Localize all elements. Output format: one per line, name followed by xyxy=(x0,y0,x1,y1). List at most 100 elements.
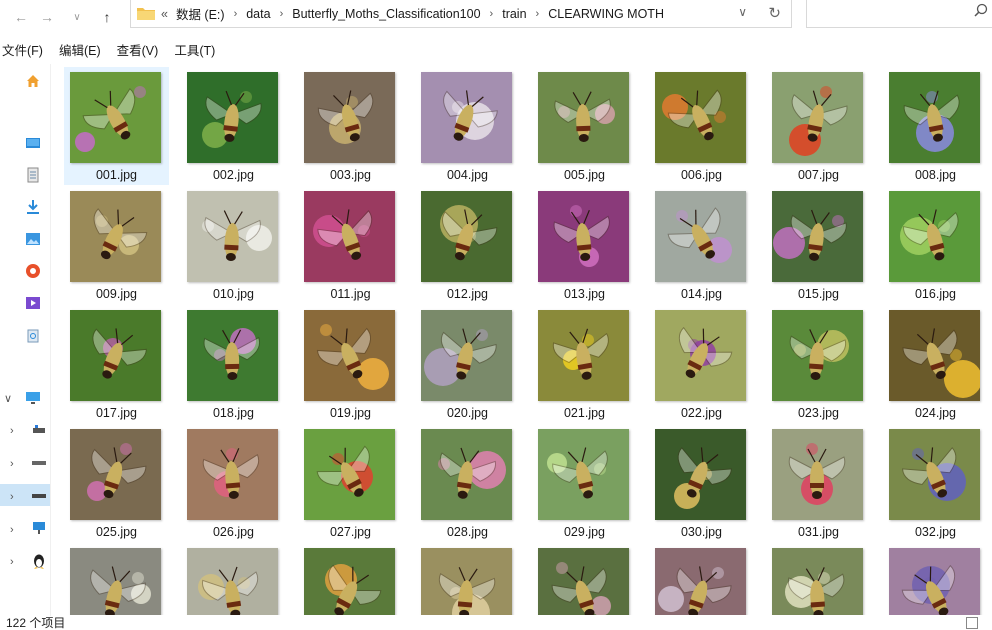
music-icon[interactable] xyxy=(24,262,42,280)
file-item[interactable]: 022.jpg xyxy=(649,305,754,423)
file-item[interactable]: 028.jpg xyxy=(415,424,520,542)
documents-icon[interactable] xyxy=(24,166,42,184)
file-name: 032.jpg xyxy=(914,525,956,539)
up-arrow-icon[interactable]: ↑ xyxy=(96,6,118,28)
breadcrumb-item[interactable]: CLEARWING MOTH xyxy=(548,7,664,21)
file-item[interactable]: 001.jpg xyxy=(64,67,169,185)
file-item[interactable]: 007.jpg xyxy=(766,67,871,185)
file-name: 016.jpg xyxy=(914,287,956,301)
breadcrumb-separator-icon[interactable]: › xyxy=(490,8,494,20)
menu-edit[interactable]: 编辑(E) xyxy=(57,41,105,61)
file-item[interactable] xyxy=(883,543,988,615)
moth-thumbnail xyxy=(772,548,863,615)
file-item[interactable]: 005.jpg xyxy=(532,67,637,185)
file-item[interactable]: 010.jpg xyxy=(181,186,286,304)
file-item[interactable] xyxy=(766,543,871,615)
breadcrumb-separator-icon[interactable]: › xyxy=(234,8,238,20)
desktop-icon[interactable] xyxy=(24,134,42,152)
file-item[interactable]: 018.jpg xyxy=(181,305,286,423)
expand-chevron-icon[interactable]: › xyxy=(10,425,14,437)
menu-file[interactable]: 文件(F) xyxy=(0,41,47,61)
breadcrumb-overflow[interactable]: « xyxy=(161,7,168,21)
videos-icon[interactable] xyxy=(24,294,42,312)
file-item[interactable]: 025.jpg xyxy=(64,424,169,542)
breadcrumb-item[interactable]: data xyxy=(246,7,270,21)
file-name: 018.jpg xyxy=(212,406,254,420)
pane-divider xyxy=(50,64,51,616)
selected-drive-icon[interactable] xyxy=(30,487,48,505)
search-icon xyxy=(974,3,988,17)
expand-chevron-icon[interactable]: › xyxy=(10,556,14,568)
file-item[interactable] xyxy=(649,543,754,615)
file-item[interactable] xyxy=(181,543,286,615)
file-item[interactable] xyxy=(415,543,520,615)
thumbnail-view-icon[interactable] xyxy=(966,617,978,629)
file-item[interactable]: 030.jpg xyxy=(649,424,754,542)
moth-thumbnail xyxy=(538,72,629,163)
file-item[interactable]: 027.jpg xyxy=(298,424,403,542)
file-item[interactable]: 031.jpg xyxy=(766,424,871,542)
expand-chevron-icon[interactable]: › xyxy=(10,491,14,503)
file-item[interactable]: 012.jpg xyxy=(415,186,520,304)
file-item[interactable]: 032.jpg xyxy=(883,424,988,542)
moth-thumbnail xyxy=(889,191,980,282)
forward-arrow-icon[interactable]: → xyxy=(36,6,58,28)
file-item[interactable]: 003.jpg xyxy=(298,67,403,185)
home-icon[interactable] xyxy=(24,72,42,90)
file-item[interactable]: 020.jpg xyxy=(415,305,520,423)
file-name: 027.jpg xyxy=(329,525,371,539)
file-item[interactable]: 014.jpg xyxy=(649,186,754,304)
pictures-icon[interactable] xyxy=(24,230,42,248)
file-item[interactable]: 013.jpg xyxy=(532,186,637,304)
file-item[interactable]: 029.jpg xyxy=(532,424,637,542)
this-pc-icon[interactable] xyxy=(24,389,42,407)
file-item[interactable]: 019.jpg xyxy=(298,305,403,423)
file-item[interactable]: 006.jpg xyxy=(649,67,754,185)
file-item[interactable]: 015.jpg xyxy=(766,186,871,304)
network-icon[interactable] xyxy=(30,519,48,537)
breadcrumb-item[interactable]: 数据 (E:) xyxy=(176,4,225,23)
file-item[interactable]: 002.jpg xyxy=(181,67,286,185)
refresh-icon[interactable]: ↻ xyxy=(768,4,781,22)
breadcrumb-separator-icon[interactable]: › xyxy=(536,8,540,20)
file-item[interactable]: 021.jpg xyxy=(532,305,637,423)
file-item[interactable]: 017.jpg xyxy=(64,305,169,423)
file-item[interactable] xyxy=(298,543,403,615)
moth-thumbnail xyxy=(421,310,512,401)
file-item[interactable]: 011.jpg xyxy=(298,186,403,304)
back-arrow-icon[interactable]: ← xyxy=(10,6,32,28)
search-box[interactable] xyxy=(806,0,992,28)
drive-icon[interactable] xyxy=(30,454,48,472)
moth-thumbnail xyxy=(655,548,746,615)
file-item[interactable]: 016.jpg xyxy=(883,186,988,304)
file-name: 021.jpg xyxy=(563,406,605,420)
breadcrumb-item[interactable]: Butterfly_Moths_Classification100 xyxy=(292,7,480,21)
file-item[interactable] xyxy=(532,543,637,615)
network-drive-icon[interactable] xyxy=(30,421,48,439)
moth-thumbnail xyxy=(70,72,161,163)
recent-chevron-icon[interactable]: ∨ xyxy=(66,6,88,28)
file-item[interactable] xyxy=(64,543,169,615)
expand-chevron-icon[interactable]: › xyxy=(10,524,14,536)
linux-icon[interactable] xyxy=(30,552,48,570)
breadcrumb-separator-icon[interactable]: › xyxy=(280,8,284,20)
moth-thumbnail xyxy=(772,72,863,163)
breadcrumb-item[interactable]: train xyxy=(502,7,526,21)
file-item[interactable]: 023.jpg xyxy=(766,305,871,423)
file-item[interactable]: 024.jpg xyxy=(883,305,988,423)
moth-thumbnail xyxy=(70,548,161,615)
address-bar[interactable]: « 数据 (E:) › data › Butterfly_Moths_Classific… xyxy=(130,0,792,28)
downloads-icon[interactable] xyxy=(24,198,42,216)
expand-chevron-icon[interactable]: › xyxy=(10,458,14,470)
file-item[interactable]: 008.jpg xyxy=(883,67,988,185)
recycle-bin-icon[interactable] xyxy=(24,326,42,344)
file-item[interactable]: 026.jpg xyxy=(181,424,286,542)
file-item[interactable]: 004.jpg xyxy=(415,67,520,185)
file-item[interactable]: 009.jpg xyxy=(64,186,169,304)
navigation-pane: ∨ › › › › › xyxy=(0,64,50,616)
address-dropdown-icon[interactable]: ∨ xyxy=(738,5,747,19)
this-pc-collapse-icon[interactable]: ∨ xyxy=(4,392,12,405)
file-name: 019.jpg xyxy=(329,406,371,420)
menu-tools[interactable]: 工具(T) xyxy=(172,41,219,61)
menu-view[interactable]: 查看(V) xyxy=(115,41,163,61)
